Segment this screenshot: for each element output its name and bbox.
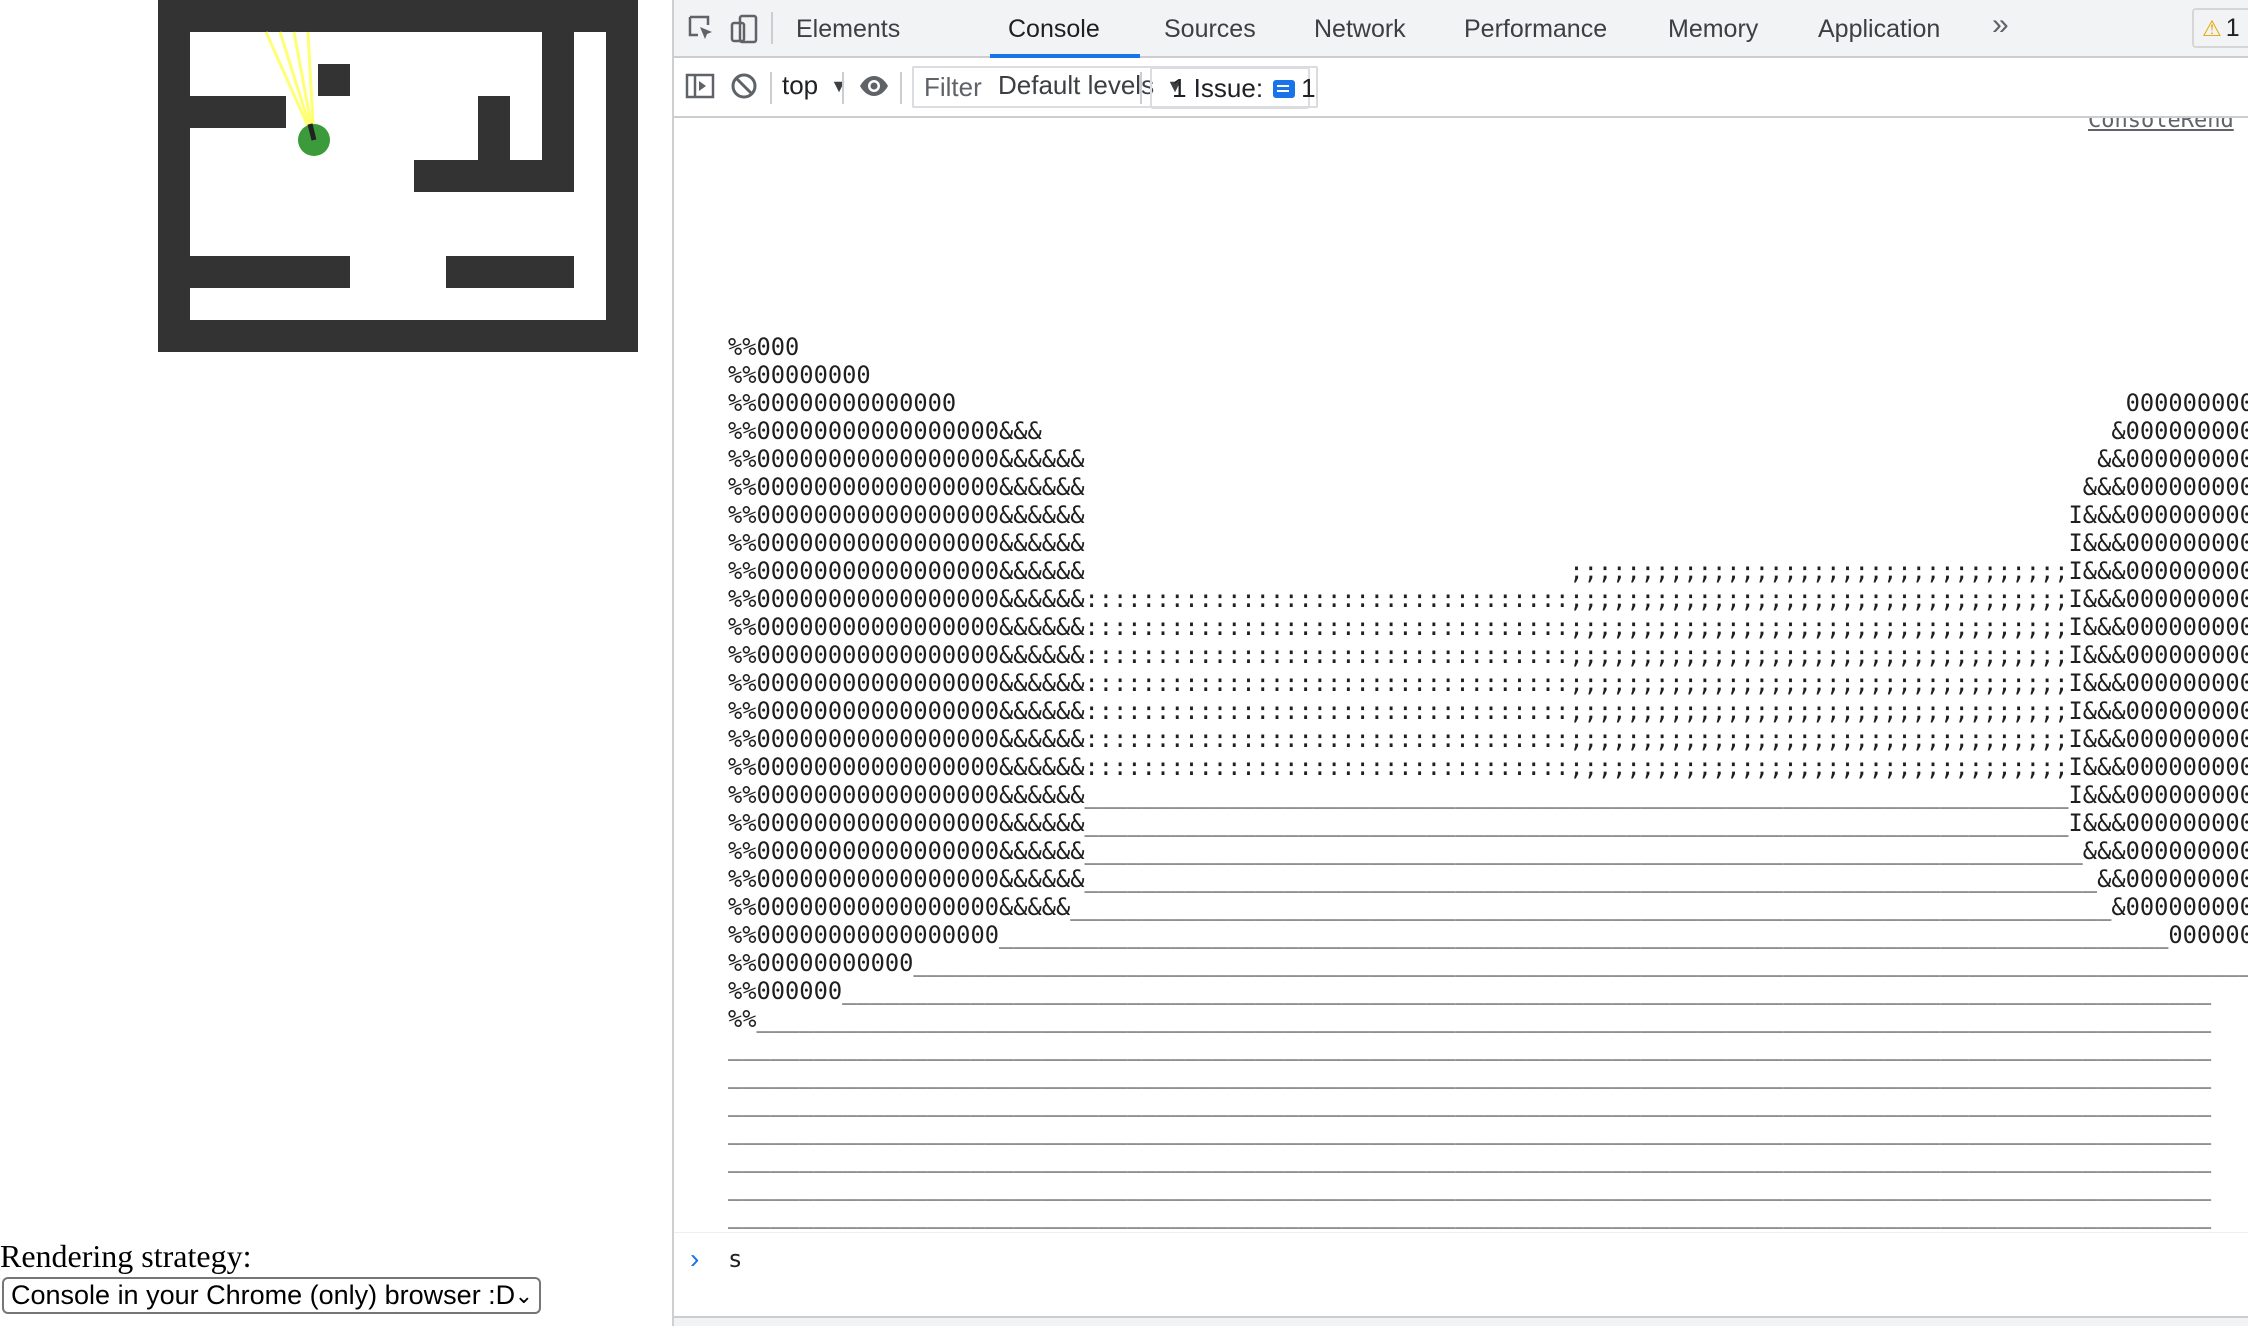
issues-count: 1 xyxy=(1301,73,1316,103)
rendering-strategy-label: Rendering strategy: xyxy=(0,1238,252,1274)
console-source-link[interactable]: ConsoleRend xyxy=(2088,118,2234,133)
chevron-double-right-icon[interactable]: » xyxy=(1992,8,2009,42)
maze-wall xyxy=(446,256,574,288)
tab-performance[interactable]: Performance xyxy=(1464,0,1607,56)
console-output: ConsoleRend %%000 %%00000000 %%000000000… xyxy=(674,118,2248,1238)
devtools-tab-bar: Elements Console Sources Network Perform… xyxy=(674,0,2248,58)
rendering-strategy-select[interactable]: Console in your Chrome (only) browser :D… xyxy=(2,1277,541,1314)
context-select[interactable]: top ▼ xyxy=(782,70,848,101)
toolbar-divider xyxy=(842,72,844,104)
toolbar-divider xyxy=(1140,72,1142,104)
console-prompt: › s xyxy=(674,1232,2248,1315)
message-icon xyxy=(1273,80,1296,98)
maze-wall xyxy=(318,64,350,96)
warnings-badge[interactable]: ⚠ 1 xyxy=(2192,8,2248,48)
issues-button[interactable]: 1 Issue: 1 xyxy=(1150,67,1316,109)
caret-down-icon: ▼ xyxy=(830,76,848,96)
tab-network[interactable]: Network xyxy=(1314,0,1406,56)
rendering-strategy-value: Console in your Chrome (only) browser :D xyxy=(11,1280,516,1310)
device-toolbar-icon[interactable] xyxy=(728,13,760,45)
toolbar-divider xyxy=(900,72,902,104)
maze-wall xyxy=(190,256,350,288)
maze-wall xyxy=(478,96,510,160)
toolbar-divider xyxy=(771,12,773,44)
tab-memory[interactable]: Memory xyxy=(1668,0,1758,56)
console-input[interactable]: s xyxy=(728,1245,742,1273)
maze-wall xyxy=(414,160,574,192)
console-toolbar: top ▼ Default levels ▼ 1 Issue: 1 xyxy=(674,58,2248,118)
tab-elements[interactable]: Elements xyxy=(796,0,900,56)
drawer-edge xyxy=(674,1316,2248,1326)
devtools-panel: Elements Console Sources Network Perform… xyxy=(672,0,2248,1326)
sidebar-toggle-icon[interactable] xyxy=(684,70,716,102)
context-value: top xyxy=(782,70,819,100)
tab-console[interactable]: Console xyxy=(1008,0,1100,56)
maze-minimap xyxy=(158,0,638,352)
maze-wall xyxy=(190,96,286,128)
console-ascii-frame: %%000 %%00000000 %%00000000000000 000000… xyxy=(728,333,2248,1229)
inspect-element-icon[interactable] xyxy=(686,13,718,45)
prompt-chevron-icon: › xyxy=(690,1243,700,1274)
tab-sources[interactable]: Sources xyxy=(1164,0,1256,56)
warning-icon: ⚠ xyxy=(2202,16,2222,41)
clear-console-icon[interactable] xyxy=(728,70,760,102)
issues-label: 1 Issue: xyxy=(1172,73,1264,103)
tab-application[interactable]: Application xyxy=(1818,0,1940,56)
toolbar-divider xyxy=(770,72,772,104)
warnings-count: 1 xyxy=(2225,14,2240,42)
live-expression-eye-icon[interactable] xyxy=(858,70,890,102)
log-levels-value: Default levels xyxy=(998,70,1155,100)
chevron-down-icon: ⌄ xyxy=(514,1283,533,1308)
